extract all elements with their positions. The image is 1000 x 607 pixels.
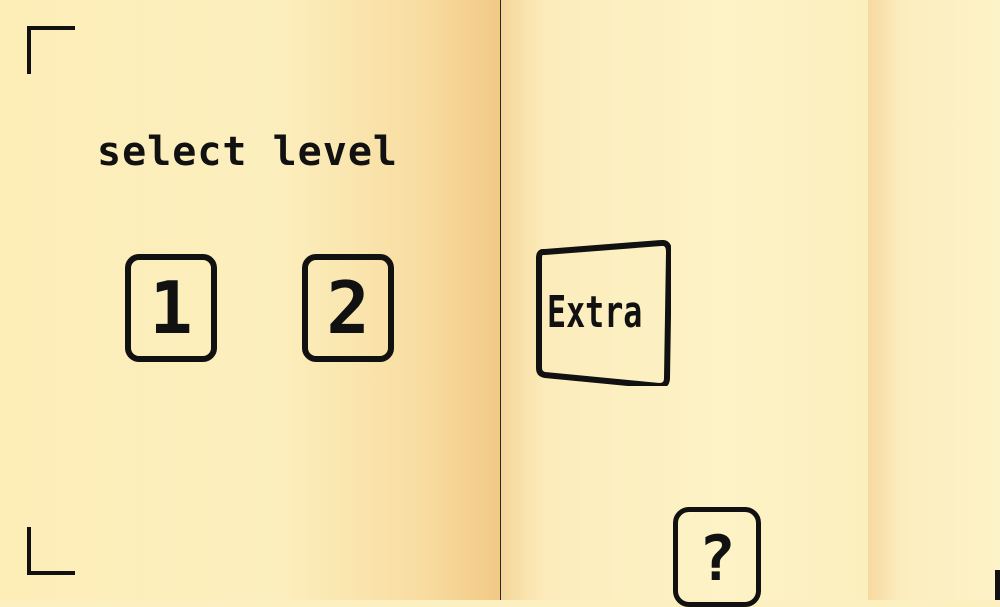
level-2-button[interactable]: 2 (302, 254, 394, 362)
extra-button[interactable]: Extra (535, 240, 675, 390)
frame-corner-bottom-right (995, 570, 1000, 600)
help-button[interactable]: ? (673, 507, 761, 607)
extra-button-label: Extra (547, 287, 643, 338)
select-level-title: select level (97, 129, 398, 175)
left-book-page (0, 0, 501, 600)
frame-corner-bottom-left (27, 527, 75, 575)
next-book-page (868, 0, 1000, 600)
frame-corner-top-left (27, 26, 75, 74)
level-1-button[interactable]: 1 (125, 254, 217, 362)
